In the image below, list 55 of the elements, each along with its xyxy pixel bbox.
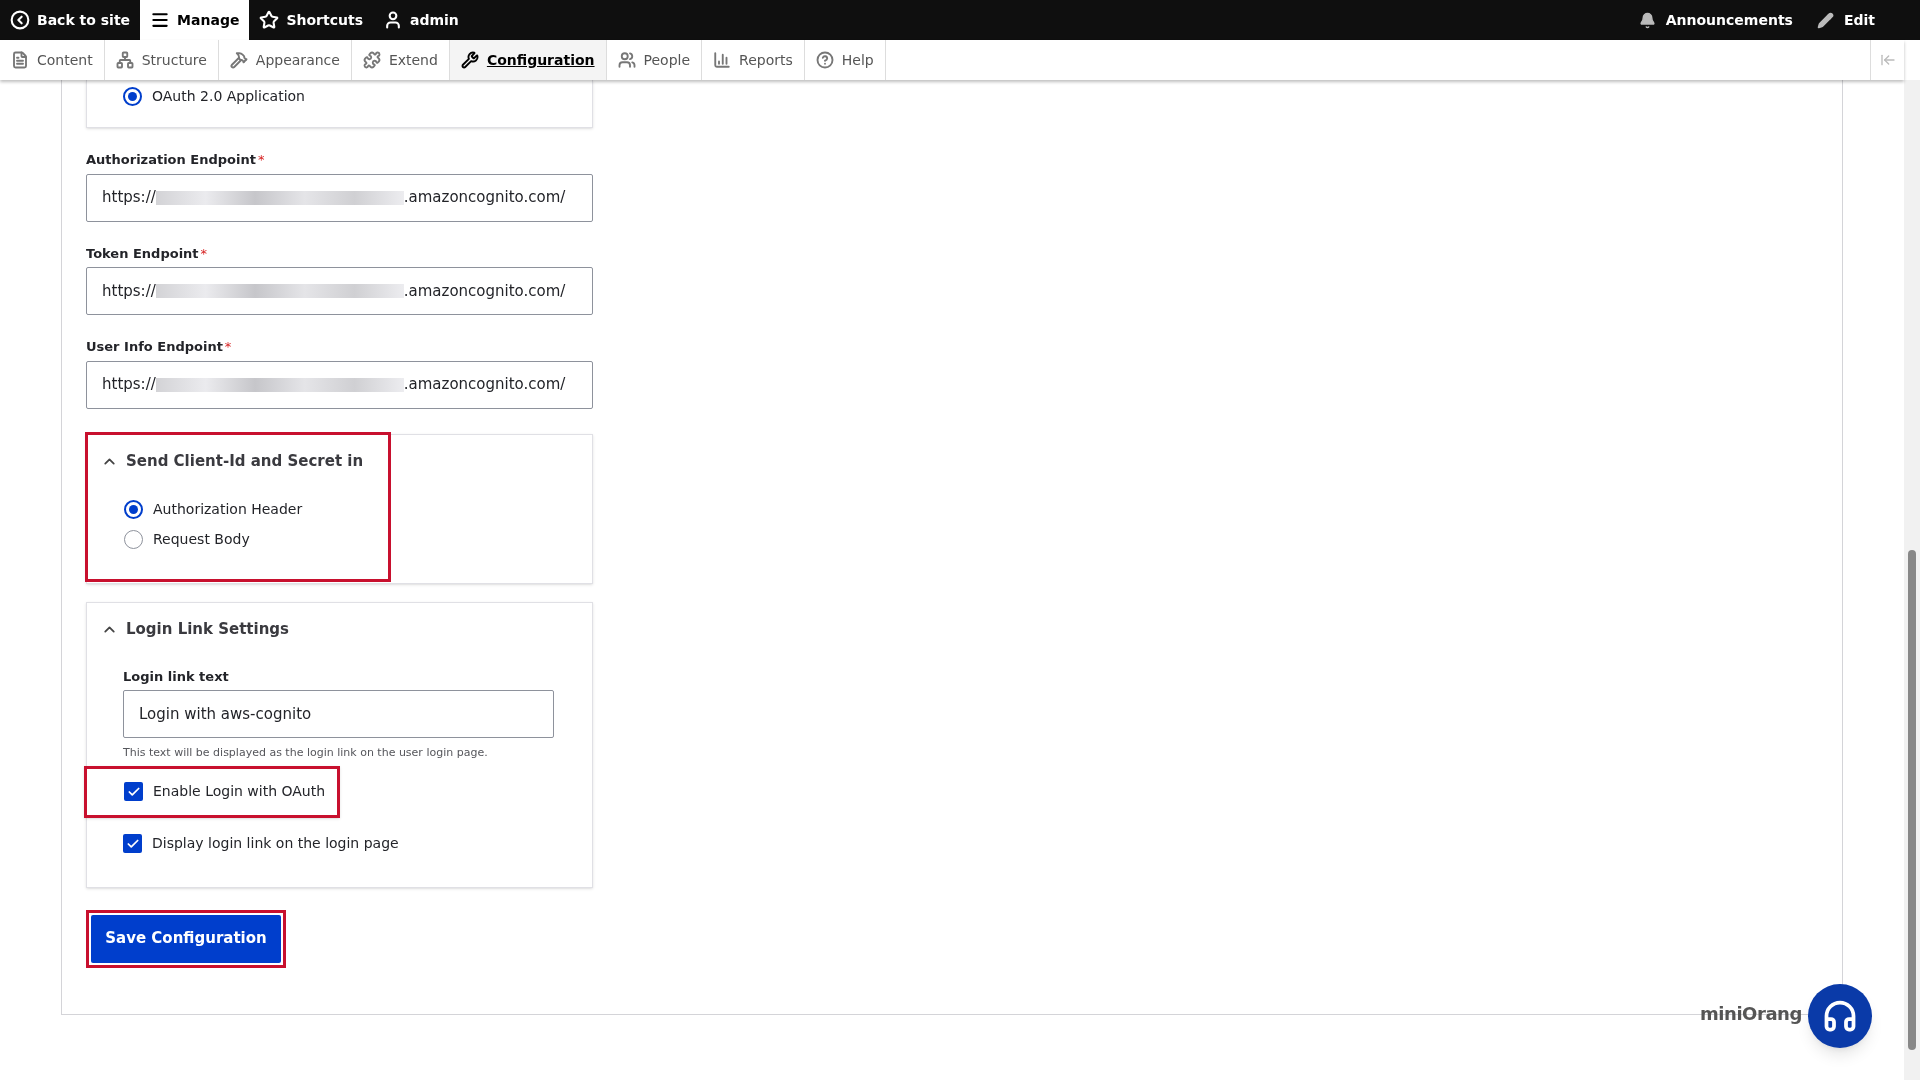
- tab[interactable]: Appearance: [218, 40, 352, 80]
- tab[interactable]: Extend: [351, 40, 450, 80]
- radio-label: Request Body: [153, 530, 250, 549]
- required-mark: *: [257, 151, 265, 169]
- tab[interactable]: Help: [804, 40, 886, 80]
- checkbox[interactable]: [123, 834, 142, 853]
- url-field[interactable]: https:// .amazoncognito.com/: [86, 173, 593, 222]
- radio-label: Authorization Header: [153, 500, 303, 519]
- field-label: User Info Endpoint: [86, 338, 223, 356]
- help-icon: [815, 51, 834, 69]
- checkbox-label: Display login link on the login page: [152, 834, 399, 853]
- toolbar-link[interactable]: Shortcuts: [249, 0, 373, 40]
- support-button[interactable]: [1808, 984, 1872, 1048]
- required-mark: *: [200, 244, 208, 263]
- toolbar-link[interactable]: Announcements: [1638, 9, 1793, 31]
- save-button[interactable]: Save Configuration: [91, 914, 281, 963]
- tab[interactable]: Reports: [702, 40, 805, 80]
- text-field[interactable]: Login with aws-cognito: [123, 690, 554, 738]
- bar-chart-icon: [713, 51, 732, 69]
- field-label: Token Endpoint: [86, 244, 199, 263]
- wrench-icon: [460, 51, 479, 69]
- star-icon: [259, 10, 280, 30]
- fieldset-title[interactable]: Send Client-Id and Secret in: [126, 450, 364, 473]
- document-icon: [11, 51, 29, 69]
- bell-icon: [1638, 11, 1656, 29]
- radio-label: OAuth 2.0 Application: [152, 86, 305, 106]
- puzzle-icon: [362, 51, 381, 69]
- url-field[interactable]: https:// .amazoncognito.com/: [86, 267, 593, 315]
- toolbar-link[interactable]: Manage: [140, 0, 250, 40]
- hierarchy-icon: [115, 51, 134, 69]
- tab[interactable]: Configuration: [449, 40, 607, 80]
- field-label: Authorization Endpoint: [86, 151, 256, 169]
- user-icon: [383, 10, 403, 30]
- required-mark: *: [224, 338, 232, 356]
- hammer-icon: [229, 51, 248, 69]
- toolbar-link[interactable]: admin: [373, 0, 469, 40]
- tab[interactable]: Structure: [104, 40, 219, 80]
- headset-icon: [1822, 998, 1858, 1034]
- tab[interactable]: People: [606, 40, 703, 80]
- scrollbar[interactable]: [1904, 80, 1920, 1080]
- toolbar-link[interactable]: Edit: [1816, 9, 1875, 31]
- field-label: Login link text: [123, 667, 230, 686]
- logo: miniOrang: [1700, 1002, 1802, 1026]
- checkbox[interactable]: [124, 782, 143, 801]
- toolbar-link[interactable]: Back to site: [0, 0, 141, 40]
- pencil-icon: [1816, 11, 1834, 29]
- field-description: This text will be displayed as the login link on the user login page.: [123, 745, 489, 761]
- radio-button[interactable]: [124, 500, 143, 519]
- tab[interactable]: Content: [0, 40, 105, 80]
- fieldset-title[interactable]: Login Link Settings: [126, 618, 290, 641]
- radio-button[interactable]: [123, 86, 142, 106]
- people-icon: [617, 51, 636, 69]
- url-field[interactable]: https:// .amazoncognito.com/: [86, 360, 593, 409]
- menu-icon: [150, 10, 171, 30]
- checkbox-label: Enable Login with OAuth: [153, 782, 326, 801]
